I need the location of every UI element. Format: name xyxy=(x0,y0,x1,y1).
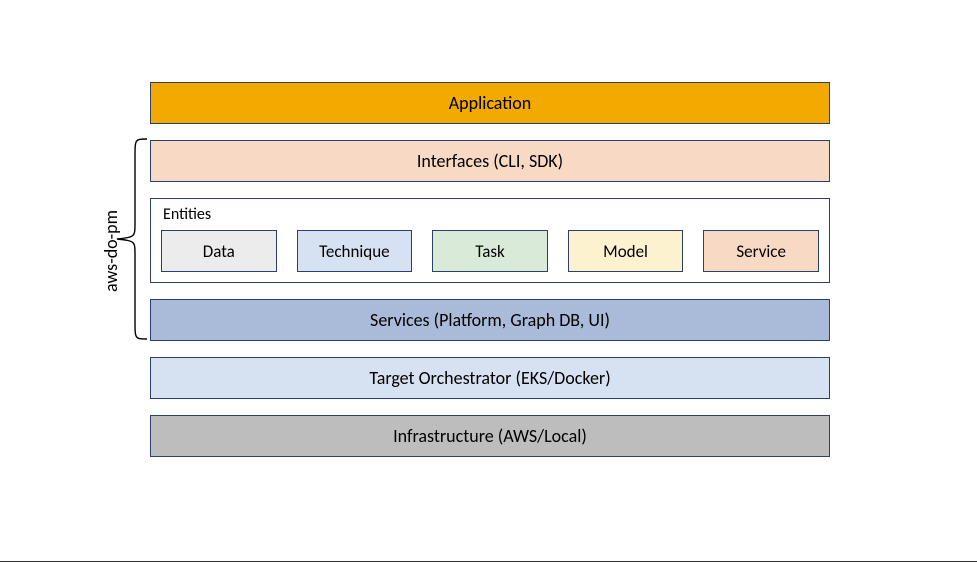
layer-infrastructure: Infrastructure (AWS/Local) xyxy=(150,415,830,457)
layer-services-label: Services (Platform, Graph DB, UI) xyxy=(370,309,610,331)
layer-target: Target Orchestrator (EKS/Docker) xyxy=(150,357,830,399)
layer-infrastructure-label: Infrastructure (AWS/Local) xyxy=(393,425,587,447)
entities-wrapper: Entities Data Technique Task Model Servi… xyxy=(150,198,830,283)
entity-model-label: Model xyxy=(603,241,648,262)
entity-model: Model xyxy=(568,230,684,272)
entity-data-label: Data xyxy=(203,241,235,262)
layer-interfaces: Interfaces (CLI, SDK) xyxy=(150,140,830,182)
layer-interfaces-label: Interfaces (CLI, SDK) xyxy=(417,150,563,172)
entity-technique: Technique xyxy=(297,230,413,272)
architecture-diagram: Application Interfaces (CLI, SDK) Entiti… xyxy=(150,82,830,457)
entity-data: Data xyxy=(161,230,277,272)
entity-task: Task xyxy=(432,230,548,272)
layer-target-label: Target Orchestrator (EKS/Docker) xyxy=(369,367,610,389)
entity-technique-label: Technique xyxy=(319,241,390,262)
layer-services: Services (Platform, Graph DB, UI) xyxy=(150,299,830,341)
layer-application: Application xyxy=(150,82,830,124)
entity-service-label: Service xyxy=(736,241,786,262)
entity-service: Service xyxy=(703,230,819,272)
entities-row: Data Technique Task Model Service xyxy=(161,230,819,272)
layer-application-label: Application xyxy=(449,92,532,114)
entity-task-label: Task xyxy=(475,241,504,262)
entities-title: Entities xyxy=(161,205,819,224)
brace-icon xyxy=(113,137,149,341)
